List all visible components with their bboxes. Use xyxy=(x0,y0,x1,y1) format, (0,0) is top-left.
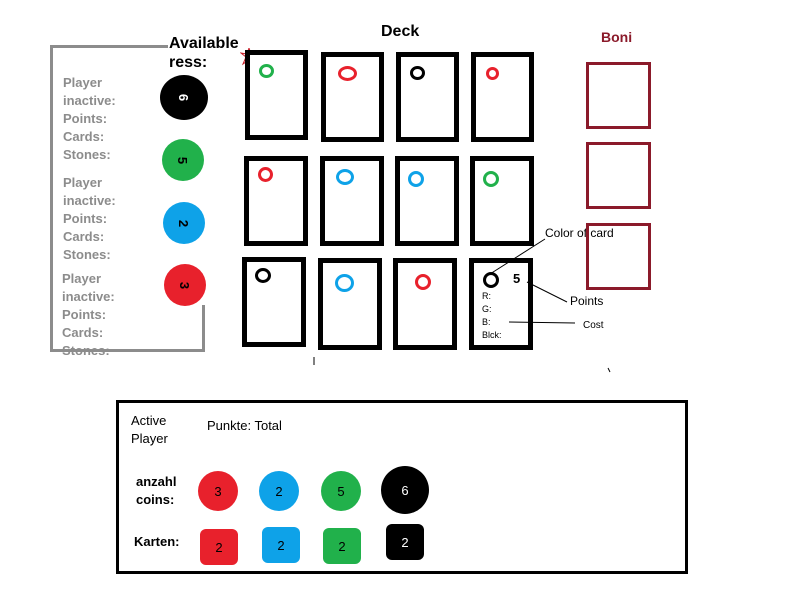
coins-label-line2: coins: xyxy=(136,492,175,507)
active-card-red-value: 2 xyxy=(215,539,223,555)
annotation-line-cost xyxy=(508,321,576,324)
annotation-line-points xyxy=(526,281,568,303)
annotation-line-color xyxy=(489,238,546,275)
active-card-green-value: 2 xyxy=(338,538,346,554)
boni-title: Boni xyxy=(601,29,633,45)
active-coin-red-value: 3 xyxy=(214,483,222,499)
boni-slot-2[interactable] xyxy=(586,142,651,209)
active-coin-black[interactable]: 6 xyxy=(381,466,429,514)
active-coin-green[interactable]: 5 xyxy=(321,471,361,511)
active-coin-black-value: 6 xyxy=(401,482,409,498)
active-card-blue[interactable]: 2 xyxy=(262,527,300,563)
boni-slot-3[interactable] xyxy=(586,223,651,290)
active-coin-red[interactable]: 3 xyxy=(198,471,238,511)
active-card-green[interactable]: 2 xyxy=(323,528,361,564)
active-coin-green-value: 5 xyxy=(337,483,345,499)
annotation-points: Points xyxy=(570,294,604,308)
active-player-label: Active Player xyxy=(131,412,168,448)
annotation-cost: Cost xyxy=(583,320,604,331)
active-player-points: Punkte: Total xyxy=(207,418,282,433)
active-player-label-line1: Active xyxy=(131,413,167,428)
active-card-black[interactable]: 2 xyxy=(386,524,424,560)
active-card-blue-value: 2 xyxy=(277,537,285,553)
stray-mark xyxy=(607,367,611,373)
active-card-black-value: 2 xyxy=(401,534,409,550)
active-coin-blue[interactable]: 2 xyxy=(259,471,299,511)
cards-label: Karten: xyxy=(134,534,180,549)
active-player-label-line2: Player xyxy=(131,431,168,446)
active-card-red[interactable]: 2 xyxy=(200,529,238,565)
boni-slot-1[interactable] xyxy=(586,62,651,129)
coins-label: anzahl coins: xyxy=(136,473,176,509)
active-coin-blue-value: 2 xyxy=(275,483,283,499)
coins-label-line1: anzahl xyxy=(136,474,177,489)
